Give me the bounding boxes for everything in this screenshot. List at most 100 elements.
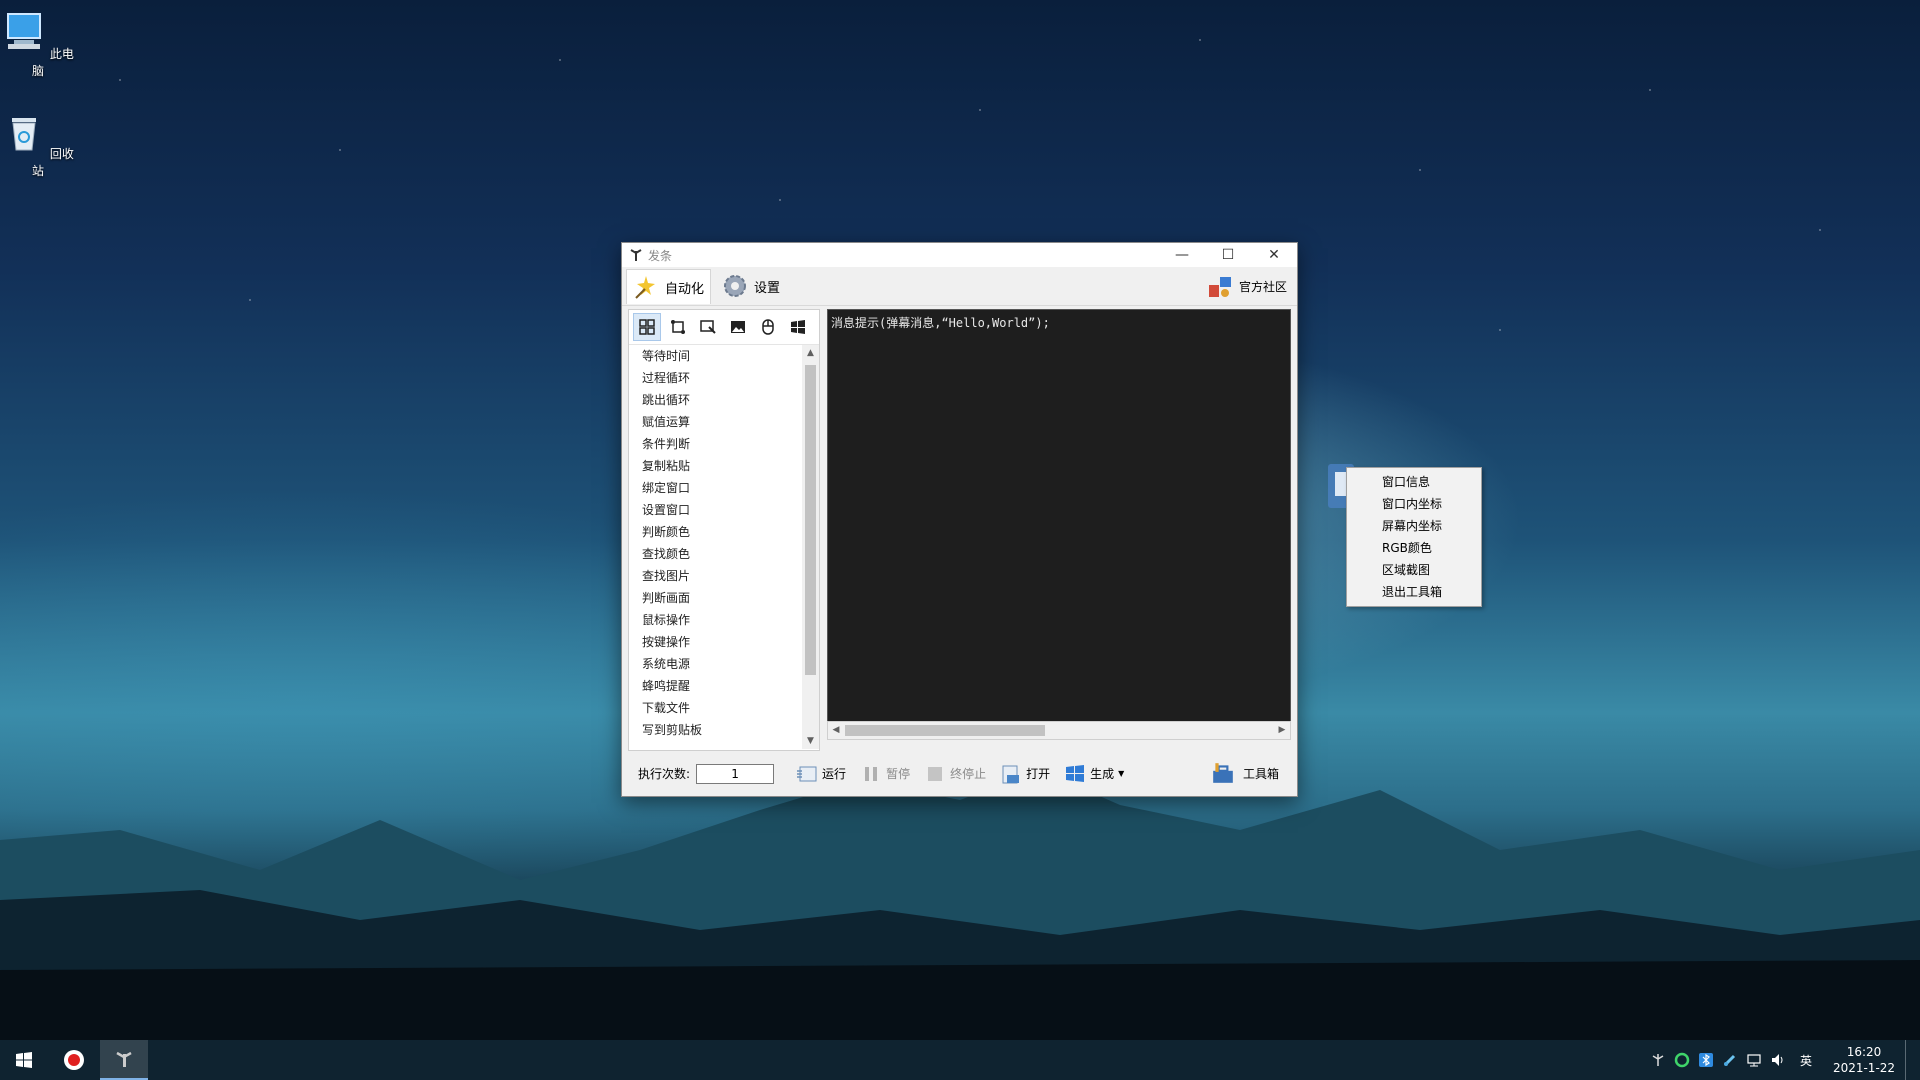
menu-item-exit-toolbox[interactable]: 退出工具箱 [1347, 581, 1481, 603]
run-icon [797, 766, 817, 781]
taskbar-app-record[interactable] [50, 1040, 98, 1080]
editor-horizontal-scrollbar[interactable]: ◀ ▶ [827, 721, 1291, 740]
category-flow-button[interactable] [665, 314, 691, 340]
list-item[interactable]: 写到剪贴板 [629, 719, 801, 741]
list-item[interactable]: 复制粘贴 [629, 455, 801, 477]
tray-pen-icon[interactable] [1719, 1049, 1741, 1071]
list-item[interactable]: 等待时间 [629, 345, 801, 367]
tray-bluetooth-icon[interactable] [1695, 1049, 1717, 1071]
clock-date: 2021-1-22 [1832, 1061, 1896, 1075]
pause-label: 暂停 [886, 767, 911, 781]
scrollbar-thumb[interactable] [845, 725, 1045, 736]
editor-code-line[interactable]: 消息提示(弹幕消息,“Hello,World”); [828, 310, 1290, 335]
ime-indicator[interactable]: 英 [1795, 1049, 1817, 1071]
layout-grid-icon [639, 319, 655, 335]
list-item[interactable]: 条件判断 [629, 433, 801, 455]
dropdown-arrow-icon[interactable]: ▼ [1118, 769, 1124, 778]
script-editor[interactable]: 消息提示(弹幕消息,“Hello,World”); [827, 309, 1291, 723]
desktop-icon-recycle-bin[interactable]: 回收站 [0, 110, 76, 179]
list-item[interactable]: 跳出循环 [629, 389, 801, 411]
system-tray: 英 16:20 2021-1-22 [1645, 1040, 1910, 1080]
window-select-icon [700, 320, 716, 334]
network-icon[interactable] [1743, 1049, 1765, 1071]
minimize-button[interactable]: — [1159, 243, 1205, 267]
category-mouse-button[interactable] [755, 314, 781, 340]
open-label: 打开 [1026, 767, 1051, 781]
desktop-icon-this-pc[interactable]: 此电脑 [0, 10, 76, 79]
scrollbar-thumb[interactable] [805, 365, 816, 675]
category-image-button[interactable] [725, 314, 751, 340]
list-item[interactable]: 设置窗口 [629, 499, 801, 521]
recycle-bin-icon [12, 118, 37, 151]
list-item[interactable]: 按键操作 [629, 631, 801, 653]
toolbox-icon [1213, 763, 1233, 783]
gear-icon [724, 275, 746, 297]
start-button[interactable] [0, 1040, 48, 1080]
scroll-down-arrow-icon[interactable]: ▼ [802, 733, 819, 749]
generate-button[interactable]: 生成 ▼ [1064, 763, 1124, 785]
show-desktop-button[interactable] [1905, 1040, 1910, 1080]
command-list-scrollbar[interactable]: ▲ ▼ [802, 345, 819, 749]
mouse-icon [762, 319, 774, 335]
tab-automation[interactable]: 自动化 [626, 269, 712, 304]
list-item[interactable]: 赋值运算 [629, 411, 801, 433]
stop-button[interactable]: 终停止 [924, 763, 986, 785]
tab-settings[interactable]: 设置 [716, 269, 786, 303]
scroll-right-arrow-icon[interactable]: ▶ [1274, 722, 1290, 739]
list-item[interactable]: 查找图片 [629, 565, 801, 587]
open-file-icon [1002, 765, 1020, 783]
system-clock[interactable]: 16:20 2021-1-22 [1831, 1044, 1897, 1076]
main-window: 发条 — ☐ ✕ 自动化 设置 官方社区 等待时间 过程循环 跳出循环 赋值运算… [621, 242, 1298, 797]
tray-app-icon[interactable] [1647, 1049, 1669, 1071]
mountain-silhouette [0, 770, 1920, 1040]
record-app-icon [64, 1050, 84, 1070]
list-item[interactable]: 鼠标操作 [629, 609, 801, 631]
exec-count-input[interactable] [696, 763, 775, 784]
menu-item-window-coords[interactable]: 窗口内坐标 [1347, 493, 1481, 515]
close-button[interactable]: ✕ [1251, 243, 1297, 267]
menu-item-window-info[interactable]: 窗口信息 [1347, 471, 1481, 493]
category-basic-button[interactable] [633, 313, 661, 341]
volume-icon[interactable] [1767, 1049, 1789, 1071]
title-bar[interactable]: 发条 — ☐ ✕ [622, 243, 1297, 267]
scroll-left-arrow-icon[interactable]: ◀ [828, 722, 844, 739]
category-window-button[interactable] [695, 314, 721, 340]
category-system-button[interactable] [785, 314, 811, 340]
open-button[interactable]: 打开 [1000, 763, 1050, 785]
taskbar: 英 16:20 2021-1-22 [0, 1040, 1920, 1080]
stop-icon [928, 766, 943, 781]
pause-icon [865, 766, 878, 781]
clock-time: 16:20 [1846, 1045, 1882, 1059]
command-panel: 等待时间 过程循环 跳出循环 赋值运算 条件判断 复制粘贴 绑定窗口 设置窗口 … [628, 309, 820, 751]
tab-label: 自动化 [665, 281, 705, 297]
scroll-up-arrow-icon[interactable]: ▲ [802, 345, 819, 361]
community-label: 官方社区 [1238, 279, 1287, 294]
run-label: 运行 [822, 767, 847, 781]
list-item[interactable]: 下载文件 [629, 697, 801, 719]
menu-item-area-screenshot[interactable]: 区域截图 [1347, 559, 1481, 581]
list-item[interactable]: 过程循环 [629, 367, 801, 389]
community-button[interactable]: 官方社区 [1207, 271, 1287, 301]
list-item[interactable]: 判断颜色 [629, 521, 801, 543]
toolbox-button[interactable]: 工具箱 [1211, 761, 1279, 785]
stop-label: 终停止 [950, 767, 987, 781]
list-item[interactable]: 蜂鸣提醒 [629, 675, 801, 697]
window-title: 发条 [648, 248, 673, 263]
pause-button[interactable]: 暂停 [860, 763, 910, 785]
menu-item-screen-coords[interactable]: 屏幕内坐标 [1347, 515, 1481, 537]
computer-icon [7, 13, 42, 49]
menu-item-rgb-color[interactable]: RGB颜色 [1347, 537, 1481, 559]
list-item[interactable]: 查找颜色 [629, 543, 801, 565]
tray-green-circle-icon[interactable] [1671, 1049, 1693, 1071]
taskbar-app-fatiao[interactable] [100, 1040, 148, 1080]
list-item[interactable]: 系统电源 [629, 653, 801, 675]
windows-start-icon [16, 1052, 32, 1068]
list-item[interactable]: 判断画面 [629, 587, 801, 609]
run-button[interactable]: 运行 [796, 763, 846, 785]
maximize-button[interactable]: ☐ [1205, 243, 1251, 267]
main-tab-bar: 自动化 设置 官方社区 [622, 267, 1297, 306]
list-item[interactable]: 绑定窗口 [629, 477, 801, 499]
windows-logo-icon [791, 320, 805, 334]
flow-icon [671, 320, 685, 334]
magic-wand-icon [635, 276, 655, 299]
